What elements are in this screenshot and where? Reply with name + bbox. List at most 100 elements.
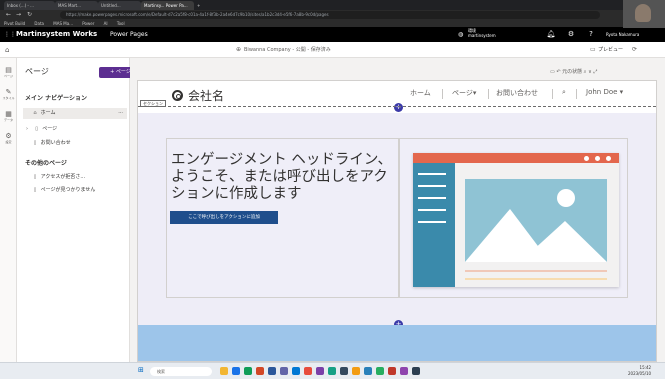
app-icon[interactable] <box>328 367 336 375</box>
hero-section[interactable]: エンゲージメント ヘッドライン、ようこそ、または呼び出しをアクションに作成します… <box>138 113 656 325</box>
browser-tab-bar: Inbox (...) - ... MAS Mart... Untitled..… <box>0 0 665 10</box>
forward-icon[interactable]: → <box>16 11 21 18</box>
bookmark[interactable]: AI <box>104 21 108 26</box>
brand-name: Martinsystem Works <box>16 30 98 38</box>
illustration-sidebar <box>413 163 455 287</box>
rail-item-style[interactable]: ✎ スタイル <box>0 88 17 100</box>
clock-date: 2023/05/10 <box>628 371 652 376</box>
company-name[interactable]: 会社名 <box>188 87 224 104</box>
back-icon[interactable]: ← <box>6 11 11 18</box>
sync-icon[interactable]: ⟳ <box>632 42 637 58</box>
add-section-icon[interactable]: + <box>394 103 403 112</box>
app-icon[interactable] <box>376 367 384 375</box>
user-menu[interactable]: John Doe ▾ <box>586 88 623 96</box>
app-icon[interactable] <box>352 367 360 375</box>
powerpoint-icon[interactable] <box>256 367 264 375</box>
next-section[interactable] <box>138 325 656 361</box>
app-icon[interactable] <box>388 367 396 375</box>
logo-icon <box>172 90 183 101</box>
search-icon[interactable]: ⌕ <box>562 88 566 97</box>
browser-icon[interactable] <box>232 367 240 375</box>
nav-divider <box>442 89 443 99</box>
site-name[interactable]: Biwanna Company - 公開 - 保存済み <box>244 42 331 58</box>
browser-tab[interactable]: Untitled... <box>98 1 141 10</box>
app-icon[interactable] <box>364 367 372 375</box>
bookmark[interactable]: Power <box>82 21 94 26</box>
rail-item-pages[interactable]: ▤ ページ <box>0 66 17 78</box>
taskbar-search[interactable]: 検索 <box>150 367 212 376</box>
data-icon: ▦ <box>5 110 12 118</box>
illustration-bar <box>465 278 607 280</box>
page-icon: ▯ <box>33 140 37 146</box>
pages-panel: ページ + ページ メイン ナビゲーション ⌂ ホーム ··· › ▯ ページ … <box>17 58 142 362</box>
teams-icon[interactable] <box>280 367 288 375</box>
illustration-titlebar <box>413 153 619 163</box>
browser-tab-active[interactable]: Martinsy... Power Pa... <box>141 1 194 10</box>
word-icon[interactable] <box>268 367 276 375</box>
site-nav-home[interactable]: ホーム <box>410 88 431 98</box>
main-nav-title: メイン ナビゲーション <box>25 95 87 102</box>
webcam-overlay <box>623 0 665 28</box>
environment-name[interactable]: martinsystem <box>468 33 496 39</box>
home-icon[interactable]: ⌂ <box>5 42 9 58</box>
other-pages-title: その他のページ <box>25 160 67 167</box>
site-preview: 会社名 ホーム ページ▾ お問い合わせ ⌕ John Doe ▾ + セクション… <box>137 80 657 362</box>
nav-item-home[interactable]: ⌂ ホーム ··· <box>23 108 127 119</box>
browser-tab[interactable]: Inbox (...) - ... <box>4 1 55 10</box>
app-icon[interactable] <box>304 367 312 375</box>
hero-image-column[interactable] <box>399 138 628 298</box>
reload-icon[interactable]: ↻ <box>27 11 32 18</box>
outlook-icon[interactable] <box>292 367 300 375</box>
nav-item-page[interactable]: › ▯ ページ <box>23 124 127 135</box>
page-icon: ▯ <box>35 126 38 132</box>
panel-title: ページ <box>25 67 49 76</box>
help-icon[interactable]: ? <box>586 27 596 42</box>
bookmark[interactable]: Tool <box>117 21 125 26</box>
preview-button[interactable]: プレビュー <box>598 42 623 58</box>
bookmarks-bar: Pivot Build Data MAS Ma... Power AI Tool <box>0 20 665 27</box>
app-icon[interactable] <box>340 367 348 375</box>
more-icon[interactable]: ··· <box>118 108 123 119</box>
start-icon[interactable]: ⊞ <box>138 366 144 374</box>
file-explorer-icon[interactable] <box>220 367 228 375</box>
app-launcher-icon[interactable]: ⋮⋮ <box>4 27 16 42</box>
hero-headline[interactable]: エンゲージメント ヘッドライン、ようこそ、または呼び出しをアクションに作成します <box>171 152 396 203</box>
rail-item-data[interactable]: ▦ データ <box>0 110 17 122</box>
left-rail: ▤ ページ ✎ スタイル ▦ データ ⚙ 設定 <box>0 58 17 362</box>
bookmark[interactable]: MAS Ma... <box>53 21 73 26</box>
notification-icon[interactable]: 🔔︎ <box>546 27 556 42</box>
nav-item-not-found[interactable]: ▯ ページが見つかりません <box>23 185 127 196</box>
gear-icon[interactable]: ⚙ <box>566 27 576 42</box>
pages-icon: ▤ <box>5 66 12 74</box>
url-input[interactable]: https://make.powerpages.microsoft.com/e/… <box>60 11 600 19</box>
hero-illustration[interactable] <box>413 153 619 287</box>
cta-button[interactable]: ここで呼び出しをアクションに追加 <box>170 211 278 224</box>
canvas-tools[interactable]: ▭ ↶ 元の状態 ⌕ ∨ ⤢ <box>550 66 660 78</box>
section-badge[interactable]: セクション <box>140 100 166 107</box>
globe-icon: ⊕ <box>236 46 242 53</box>
nav-item-access-denied[interactable]: ▯ アクセスが拒否さ... <box>23 172 127 183</box>
app-icon[interactable] <box>400 367 408 375</box>
nav-divider <box>488 89 489 99</box>
section-boundary <box>138 106 656 107</box>
nav-item-contact[interactable]: ▯ お問い合わせ <box>23 138 127 149</box>
bookmark[interactable]: Pivot Build <box>4 21 25 26</box>
new-tab-button[interactable]: + <box>194 1 205 10</box>
chevron-right-icon[interactable]: › <box>23 124 31 135</box>
excel-icon[interactable] <box>244 367 252 375</box>
app-icon[interactable] <box>412 367 420 375</box>
site-nav-pages[interactable]: ページ▾ <box>452 88 476 98</box>
clock[interactable]: 15:42 2023/05/10 <box>628 365 651 377</box>
bookmark[interactable]: Data <box>34 21 44 26</box>
mountain-shape <box>465 209 607 262</box>
hero-text-column[interactable]: エンゲージメント ヘッドライン、ようこそ、または呼び出しをアクションに作成します… <box>166 138 399 298</box>
rail-item-setup[interactable]: ⚙ 設定 <box>0 132 17 144</box>
illustration-line <box>418 185 446 187</box>
mountain-image-icon <box>465 179 607 262</box>
home-icon: ⌂ <box>33 110 37 116</box>
browser-tab[interactable]: MAS Mart... <box>55 1 98 10</box>
user-name[interactable]: Ryota Nakamura <box>606 27 639 42</box>
app-icon[interactable] <box>316 367 324 375</box>
product-name[interactable]: Power Pages <box>110 27 148 42</box>
site-nav-contact[interactable]: お問い合わせ <box>496 88 538 98</box>
